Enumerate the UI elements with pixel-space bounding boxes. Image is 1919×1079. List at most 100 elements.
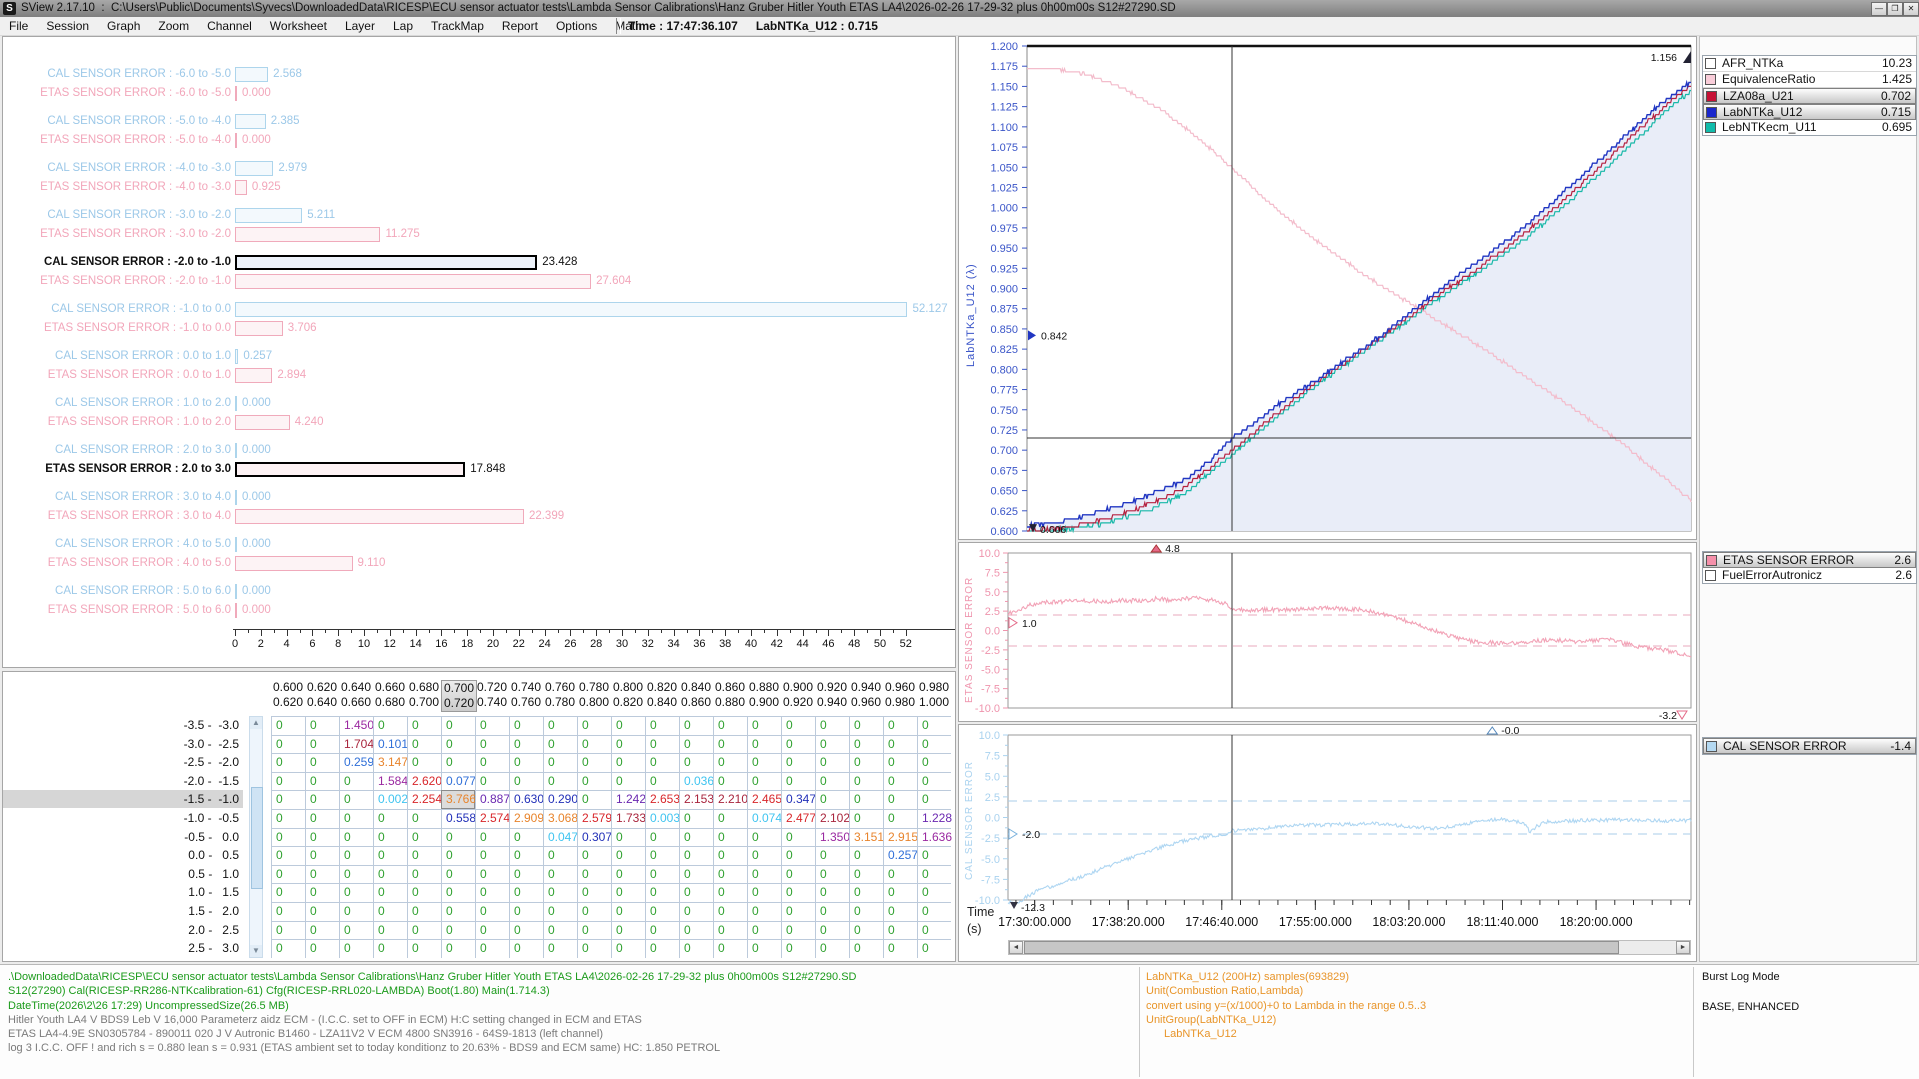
- table-row-label[interactable]: 0.5 - 1.0: [3, 865, 243, 883]
- table-cell[interactable]: 0: [679, 753, 713, 772]
- table-cell[interactable]: 0: [713, 772, 747, 791]
- table-cell[interactable]: 0: [917, 753, 951, 772]
- table-cell[interactable]: 0: [747, 902, 781, 921]
- table-cell[interactable]: 0: [849, 865, 883, 884]
- table-cell[interactable]: 0: [645, 902, 679, 921]
- scroll-up-icon[interactable]: ▲: [250, 717, 262, 729]
- table-cell[interactable]: 2.254: [407, 790, 441, 809]
- table-cell[interactable]: 0.077: [441, 772, 475, 791]
- table-cell[interactable]: 0: [781, 921, 815, 940]
- table-cell[interactable]: 0: [339, 921, 373, 940]
- table-cell[interactable]: 0: [883, 902, 917, 921]
- table-cell[interactable]: 0: [815, 735, 849, 754]
- table-cell[interactable]: 0: [475, 865, 509, 884]
- histogram-bar[interactable]: [235, 208, 302, 223]
- table-cell[interactable]: 0.257: [883, 846, 917, 865]
- table-row-label[interactable]: 1.0 - 1.5: [3, 883, 243, 901]
- table-cell[interactable]: 2.210: [713, 790, 747, 809]
- table-cell[interactable]: 0: [407, 865, 441, 884]
- table-column-header[interactable]: 0.9200.940: [815, 680, 849, 710]
- scroll-left-icon[interactable]: ◄: [1009, 941, 1023, 954]
- table-cell[interactable]: 0: [543, 902, 577, 921]
- table-cell[interactable]: 0: [747, 846, 781, 865]
- table-row-label[interactable]: -3.5 - -3.0: [3, 716, 243, 734]
- table-cell[interactable]: 0: [543, 772, 577, 791]
- table-cell[interactable]: 0: [611, 753, 645, 772]
- table-cell[interactable]: 0: [781, 883, 815, 902]
- table-cell[interactable]: 0: [815, 716, 849, 735]
- table-cell[interactable]: 0: [271, 921, 305, 940]
- table-cell[interactable]: 1.584: [373, 772, 407, 791]
- table-cell[interactable]: 3.151: [849, 828, 883, 847]
- table-cell[interactable]: 0: [577, 846, 611, 865]
- table-cell[interactable]: 0: [883, 865, 917, 884]
- table-cell[interactable]: 0: [815, 902, 849, 921]
- table-cell[interactable]: 0: [815, 939, 849, 958]
- menu-item-report[interactable]: Report: [493, 17, 547, 35]
- table-cell[interactable]: 0: [679, 735, 713, 754]
- table-column-header[interactable]: 0.9400.960: [849, 680, 883, 710]
- table-cell[interactable]: 0: [543, 716, 577, 735]
- table-cell[interactable]: 0: [645, 883, 679, 902]
- histogram-row-label[interactable]: CAL SENSOR ERROR : -6.0 to -5.0: [3, 67, 231, 82]
- histogram-row-label[interactable]: ETAS SENSOR ERROR : -1.0 to 0.0: [3, 321, 231, 336]
- menu-item-channel[interactable]: Channel: [198, 17, 261, 35]
- table-cell[interactable]: 0: [713, 939, 747, 958]
- table-cell[interactable]: 0: [815, 790, 849, 809]
- panel-etas-svg[interactable]: 10.07.55.02.50.0-2.5-5.0-7.5-10.04.81.0-…: [959, 543, 1696, 721]
- table-cell[interactable]: 0: [271, 790, 305, 809]
- table-column-header[interactable]: 0.8400.860: [679, 680, 713, 710]
- table-cell[interactable]: 0: [611, 865, 645, 884]
- table-cell[interactable]: 0: [611, 921, 645, 940]
- table-cell[interactable]: 2.477: [781, 809, 815, 828]
- table-cell[interactable]: 0: [849, 772, 883, 791]
- table-cell[interactable]: 1.733: [611, 809, 645, 828]
- table-cell[interactable]: 0: [611, 716, 645, 735]
- table-row-label[interactable]: 2.0 - 2.5: [3, 921, 243, 939]
- table-cell[interactable]: 0: [815, 865, 849, 884]
- table-cell[interactable]: 0.630: [509, 790, 543, 809]
- table-cell[interactable]: 0: [407, 846, 441, 865]
- histogram-bar[interactable]: [235, 274, 591, 289]
- time-scrollbar-thumb[interactable]: [1024, 941, 1619, 954]
- table-cell[interactable]: 0: [305, 828, 339, 847]
- table-cell[interactable]: 0: [815, 772, 849, 791]
- histogram-bar[interactable]: [235, 490, 237, 505]
- table-cell[interactable]: 0: [305, 772, 339, 791]
- histogram-bar[interactable]: [235, 255, 537, 270]
- table-cell[interactable]: 0: [271, 902, 305, 921]
- table-cell[interactable]: 0: [543, 735, 577, 754]
- table-cell[interactable]: 0: [509, 716, 543, 735]
- table-cell[interactable]: 0: [883, 883, 917, 902]
- table-cell[interactable]: 0: [407, 902, 441, 921]
- scroll-right-icon[interactable]: ►: [1676, 941, 1690, 954]
- table-cell[interactable]: 0: [543, 921, 577, 940]
- table-cell[interactable]: 0: [645, 716, 679, 735]
- table-cell[interactable]: 0: [645, 753, 679, 772]
- histogram-row-label[interactable]: CAL SENSOR ERROR : 3.0 to 4.0: [3, 490, 231, 505]
- table-cell[interactable]: 0: [577, 865, 611, 884]
- table-cell[interactable]: 0: [747, 921, 781, 940]
- table-cell[interactable]: 0: [271, 846, 305, 865]
- table-cell[interactable]: 1.704: [339, 735, 373, 754]
- table-cell[interactable]: 0: [679, 921, 713, 940]
- table-cell[interactable]: 0: [373, 846, 407, 865]
- table-cell[interactable]: 0.347: [781, 790, 815, 809]
- table-cell[interactable]: 0: [679, 846, 713, 865]
- table-cell[interactable]: 0: [339, 865, 373, 884]
- table-cell[interactable]: 0: [917, 716, 951, 735]
- table-cell[interactable]: 0: [849, 716, 883, 735]
- table-cell[interactable]: 0.074: [747, 809, 781, 828]
- time-scrollbar[interactable]: ◄►: [1008, 940, 1691, 955]
- histogram-bar[interactable]: [235, 556, 353, 571]
- table-cell[interactable]: 0: [747, 828, 781, 847]
- panel-etas-frame[interactable]: [1008, 553, 1691, 708]
- table-cell[interactable]: 0: [883, 772, 917, 791]
- table-cell[interactable]: 0: [475, 716, 509, 735]
- table-cell[interactable]: 0: [373, 921, 407, 940]
- table-cell[interactable]: 0: [849, 939, 883, 958]
- table-cell[interactable]: 0: [679, 716, 713, 735]
- table-cell[interactable]: 0: [509, 865, 543, 884]
- histogram-bar[interactable]: [235, 349, 238, 364]
- table-cell[interactable]: 0: [747, 735, 781, 754]
